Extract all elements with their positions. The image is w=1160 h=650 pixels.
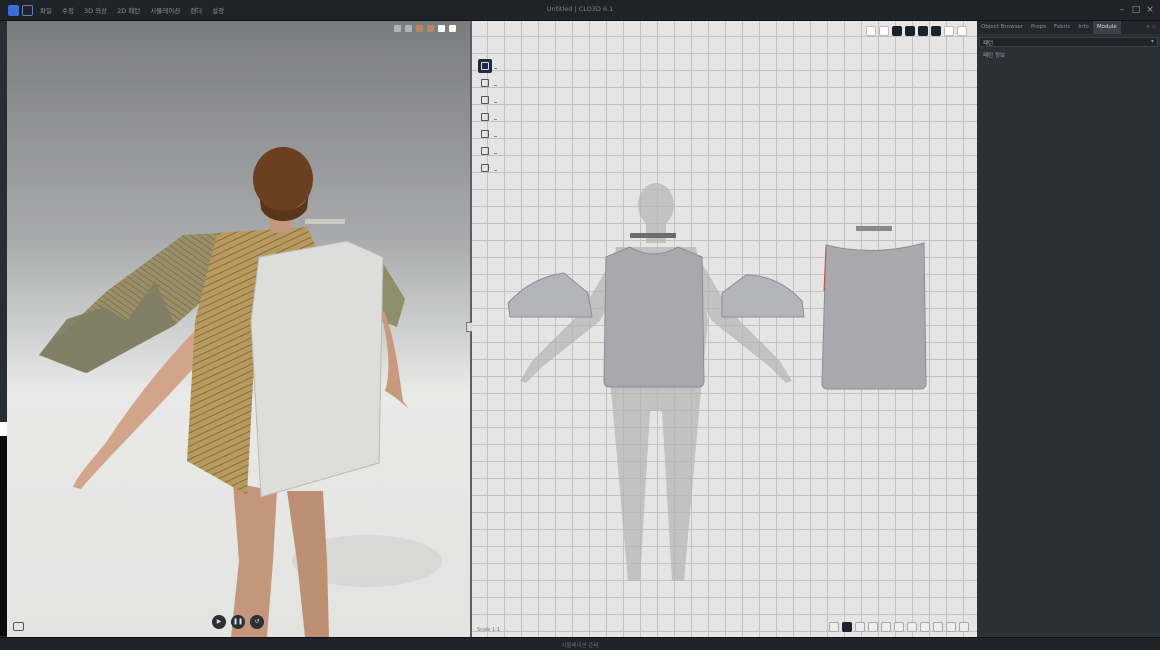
- fit-view-icon[interactable]: [946, 622, 956, 632]
- dart-tool-icon[interactable]: [478, 144, 497, 158]
- transform-icon[interactable]: [842, 622, 852, 632]
- pause-button[interactable]: ❚❚: [231, 615, 245, 629]
- pattern-left-sleeve[interactable]: [507, 272, 593, 318]
- pattern-canvas: [507, 183, 927, 581]
- tab-info[interactable]: Info: [1074, 21, 1092, 34]
- measure-tool-icon[interactable]: [944, 26, 954, 36]
- pattern-right-sleeve[interactable]: [721, 274, 805, 318]
- play-button[interactable]: ▶: [212, 615, 226, 629]
- pattern-front-collar[interactable]: [630, 233, 676, 238]
- panel-close-icon[interactable]: × ▫: [1146, 24, 1156, 30]
- 3d-viewport[interactable]: ▶ ❚❚ ↺: [7, 21, 470, 637]
- wireframe-view-icon[interactable]: [449, 25, 456, 32]
- line-tool-icon[interactable]: [478, 76, 497, 90]
- sew-icon[interactable]: [920, 622, 930, 632]
- view-toggle-icon[interactable]: [866, 26, 876, 36]
- tab-object-browser[interactable]: Object Browser: [977, 21, 1027, 34]
- scale-icon[interactable]: [881, 622, 891, 632]
- texture-toggle-icon[interactable]: [416, 25, 423, 32]
- seam-tool-icon[interactable]: [892, 26, 902, 36]
- tab-fabric[interactable]: Fabric: [1050, 21, 1074, 34]
- segment-tool-icon[interactable]: [905, 26, 915, 36]
- title-bar: 파일 수정 3D 의상 2D 패턴 시뮬레이션 렌더 설정 Untitled |…: [0, 0, 1160, 21]
- zoom-icon[interactable]: [959, 622, 969, 632]
- document-title: Untitled | CLO3D 6.1: [546, 5, 614, 13]
- select-tool-icon[interactable]: [478, 59, 497, 73]
- polygon-tool-icon[interactable]: [478, 110, 497, 124]
- edit-curve-icon[interactable]: [918, 26, 928, 36]
- scale-label: Scale 1:1: [477, 627, 501, 633]
- rectangle-tool-icon[interactable]: [478, 93, 497, 107]
- status-text: 시뮬레이션 준비: [561, 643, 599, 649]
- cut-icon[interactable]: [933, 622, 943, 632]
- snap-icon[interactable]: [829, 622, 839, 632]
- property-tabs: Object Browser Props Fabric Info Module …: [977, 21, 1160, 34]
- maximize-icon[interactable]: □: [1130, 4, 1142, 16]
- align-icon[interactable]: [907, 622, 917, 632]
- property-panel: Object Browser Props Fabric Info Module …: [977, 21, 1160, 637]
- reset-button[interactable]: ↺: [250, 615, 264, 629]
- avatar-toggle-icon[interactable]: [405, 25, 412, 32]
- minimize-icon[interactable]: –: [1116, 4, 1128, 16]
- left-edge-white: [0, 422, 7, 436]
- mirror-icon[interactable]: [894, 622, 904, 632]
- 2d-pattern-window[interactable]: Scale 1:1: [472, 21, 977, 637]
- pattern-back-body[interactable]: [821, 242, 927, 390]
- move-icon[interactable]: [855, 622, 865, 632]
- pattern-top-toolbar: [866, 26, 967, 36]
- text-tool-icon[interactable]: [478, 161, 497, 175]
- app-window: 파일 수정 3D 의상 2D 패턴 시뮬레이션 렌더 설정 Untitled |…: [0, 0, 1160, 650]
- layout-tool-icon[interactable]: [957, 26, 967, 36]
- avatar-left-leg: [231, 483, 277, 637]
- point-tool-icon[interactable]: [931, 26, 941, 36]
- garment-collar: [305, 219, 345, 224]
- status-bar: 시뮬레이션 준비: [0, 637, 1160, 650]
- fabric-view-icon[interactable]: [438, 25, 445, 32]
- grid-toggle-icon[interactable]: [879, 26, 889, 36]
- pattern-bottom-toolbar: [829, 622, 969, 632]
- circle-tool-icon[interactable]: [478, 127, 497, 141]
- simulation-controls: ▶ ❚❚ ↺: [212, 615, 264, 629]
- tab-module[interactable]: Module: [1092, 21, 1121, 34]
- stress-map-icon[interactable]: [427, 25, 434, 32]
- property-dropdown[interactable]: 패턴: [979, 37, 1158, 47]
- 3d-scene: [39, 147, 442, 637]
- close-icon[interactable]: ×: [1144, 4, 1156, 16]
- pattern-front-body[interactable]: [603, 246, 705, 388]
- pattern-back-collar[interactable]: [856, 226, 892, 231]
- pattern-tool-column: [478, 59, 497, 175]
- property-item[interactable]: 패턴 정보: [983, 51, 1154, 59]
- left-edge-dark: [0, 436, 7, 636]
- camera-icon[interactable]: [13, 622, 24, 631]
- rotate-icon[interactable]: [868, 622, 878, 632]
- display-mode-icon[interactable]: [394, 25, 401, 32]
- tab-props[interactable]: Props: [1027, 21, 1050, 34]
- viewport-top-toolbar: [394, 25, 456, 32]
- garment-back-panel: [251, 241, 383, 497]
